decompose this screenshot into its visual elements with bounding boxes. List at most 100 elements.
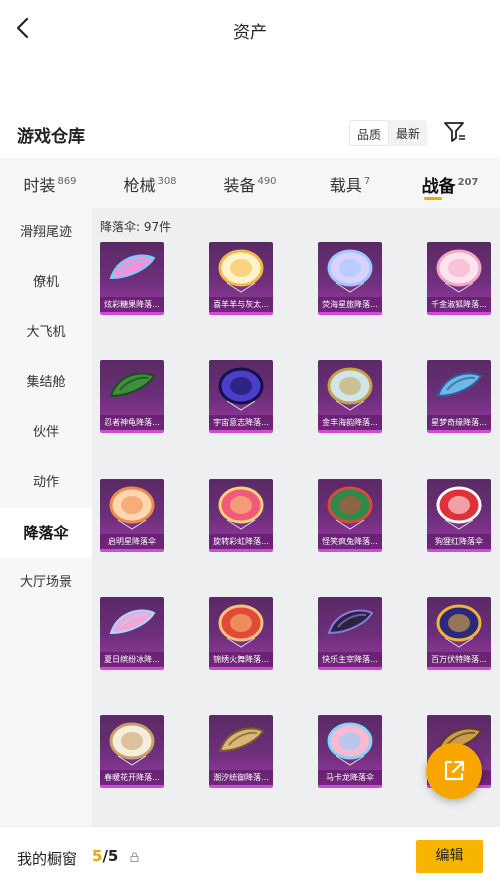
parachute-canopy-icon: [327, 609, 374, 635]
item-card[interactable]: 喜羊羊与灰太...: [209, 242, 273, 315]
parachute-canopy-icon: [109, 609, 156, 635]
item-name: 怪笑疯兔降落...: [318, 534, 382, 549]
parachute-round-icon: [327, 367, 373, 411]
item-card[interactable]: 炫彩糖果降落...: [100, 242, 164, 315]
tab-count: 7: [363, 176, 371, 187]
share-button[interactable]: [426, 743, 482, 799]
share-out-icon: [444, 760, 465, 781]
item-name: 夏日缤纷冰降...: [100, 652, 164, 667]
parachute-canopy-icon: [109, 254, 156, 280]
parachute-round-icon: [218, 367, 264, 411]
lock-icon: [130, 852, 139, 862]
tab-label: 装备: [223, 176, 256, 195]
parachute-canopy-icon: [436, 372, 483, 398]
item-card[interactable]: 千金淑狐降落...: [427, 242, 491, 315]
item-card[interactable]: 宇宙意志降落...: [209, 360, 273, 433]
parachute-round-icon: [327, 486, 373, 530]
item-card[interactable]: 忍者神龟降落...: [100, 360, 164, 433]
tab-label: 枪械: [123, 176, 156, 195]
subcategory-sidebar: 滑翔尾迹 僚机 大飞机 集结舱 伙伴 动作 降落伞 大厅场景: [0, 208, 92, 826]
sort-latest-button[interactable]: 最新: [389, 120, 427, 146]
item-name: 锦绣火舞降落...: [209, 652, 273, 667]
item-name: 马卡龙降落伞: [318, 770, 382, 785]
item-card[interactable]: 夏日缤纷冰降...: [100, 597, 164, 670]
parachute-round-icon: [218, 486, 264, 530]
tab-label: 载具: [329, 176, 362, 195]
showcase-count: 5/5: [92, 847, 118, 865]
item-card[interactable]: 百万伏特降落...: [427, 597, 491, 670]
item-card[interactable]: 锦绣火舞降落...: [209, 597, 273, 670]
warehouse-header: 游戏仓库 品质 最新: [0, 112, 500, 158]
sidebar-item-wingman[interactable]: 僚机: [0, 258, 92, 308]
item-card[interactable]: 旋转彩虹降落...: [209, 479, 273, 552]
edit-button[interactable]: 编辑: [416, 840, 483, 873]
category-tabs: 时装 869 枪械 308 装备 490 载具 7 战备 207: [0, 158, 500, 208]
showcase-total: /5: [102, 847, 119, 865]
parachute-round-icon: [436, 486, 482, 530]
showcase-current: 5: [92, 847, 103, 865]
parachute-round-icon: [327, 249, 373, 293]
top-bar: 资产: [0, 0, 500, 58]
item-card[interactable]: 怪笑疯兔降落...: [318, 479, 382, 552]
parachute-round-icon: [218, 604, 264, 648]
parachute-round-icon: [109, 486, 155, 530]
item-name: 忍者神龟降落...: [100, 415, 164, 430]
item-name: 喜羊羊与灰太...: [209, 297, 273, 312]
item-count-label: 降落伞: 97件: [100, 220, 172, 234]
sort-quality-button[interactable]: 品质: [349, 120, 390, 146]
filter-icon[interactable]: [443, 121, 467, 143]
item-panel: 降落伞: 97件 炫彩糖果降落... 喜羊羊与灰太... 荧海星旅降落... 千金淑狐…: [92, 208, 500, 826]
sidebar-item-glide-trail[interactable]: 滑翔尾迹: [0, 208, 92, 258]
item-name: 千金淑狐降落...: [427, 297, 491, 312]
tab-combat-gear[interactable]: 战备 207: [400, 158, 500, 208]
item-card[interactable]: 星梦奇缘降落...: [427, 360, 491, 433]
parachute-round-icon: [109, 722, 155, 766]
item-name: 百万伏特降落...: [427, 652, 491, 667]
tab-count: 308: [157, 176, 177, 187]
item-card[interactable]: 金丰海韵降落...: [318, 360, 382, 433]
sidebar-item-companion[interactable]: 伙伴: [0, 408, 92, 458]
tab-count: 490: [257, 176, 277, 187]
item-name: 快乐主宰降落...: [318, 652, 382, 667]
item-name: 旋转彩虹降落...: [209, 534, 273, 549]
parachute-round-icon: [218, 249, 264, 293]
item-name: 启明星降落伞: [100, 534, 164, 549]
sidebar-item-parachute[interactable]: 降落伞: [0, 508, 92, 558]
parachute-canopy-icon: [109, 372, 156, 398]
sidebar-item-assembly-pod[interactable]: 集结舱: [0, 358, 92, 408]
showcase-label: 我的橱窗: [17, 850, 78, 868]
page-title: 资产: [233, 23, 267, 43]
sidebar-item-lobby-scene[interactable]: 大厅场景: [0, 558, 92, 608]
tab-equipment[interactable]: 装备 490: [200, 158, 300, 208]
item-card[interactable]: 启明星降落伞: [100, 479, 164, 552]
tab-guns[interactable]: 枪械 308: [100, 158, 200, 208]
item-name: 狗狸红降落伞: [427, 534, 491, 549]
tab-fashion[interactable]: 时装 869: [0, 158, 100, 208]
item-card[interactable]: 春暖花开降落...: [100, 715, 164, 788]
item-card[interactable]: 荧海星旅降落...: [318, 242, 382, 315]
showcase-bar: 我的橱窗 5/5 编辑: [0, 826, 500, 885]
item-name: 金丰海韵降落...: [318, 415, 382, 430]
parachute-canopy-icon: [218, 727, 265, 753]
tab-count: 207: [457, 177, 479, 188]
sidebar-item-emote[interactable]: 动作: [0, 458, 92, 508]
parachute-round-icon: [436, 604, 482, 648]
item-card[interactable]: 马卡龙降落伞: [318, 715, 382, 788]
tab-label: 战备: [421, 177, 456, 197]
tab-vehicles[interactable]: 载具 7: [300, 158, 400, 208]
sort-toggle: 品质 最新: [349, 120, 428, 146]
sidebar-item-big-plane[interactable]: 大飞机: [0, 308, 92, 358]
item-name: 炫彩糖果降落...: [100, 297, 164, 312]
parachute-round-icon: [436, 249, 482, 293]
item-name: 潮汐统御降落...: [209, 770, 273, 785]
item-name: 荧海星旅降落...: [318, 297, 382, 312]
section-title: 游戏仓库: [17, 127, 85, 147]
item-name: 星梦奇缘降落...: [427, 415, 491, 430]
tab-count: 869: [57, 176, 77, 187]
tab-label: 时装: [23, 176, 56, 195]
item-name: 宇宙意志降落...: [209, 415, 273, 430]
item-name: 春暖花开降落...: [100, 770, 164, 785]
item-card[interactable]: 快乐主宰降落...: [318, 597, 382, 670]
item-card[interactable]: 狗狸红降落伞: [427, 479, 491, 552]
item-card[interactable]: 潮汐统御降落...: [209, 715, 273, 788]
